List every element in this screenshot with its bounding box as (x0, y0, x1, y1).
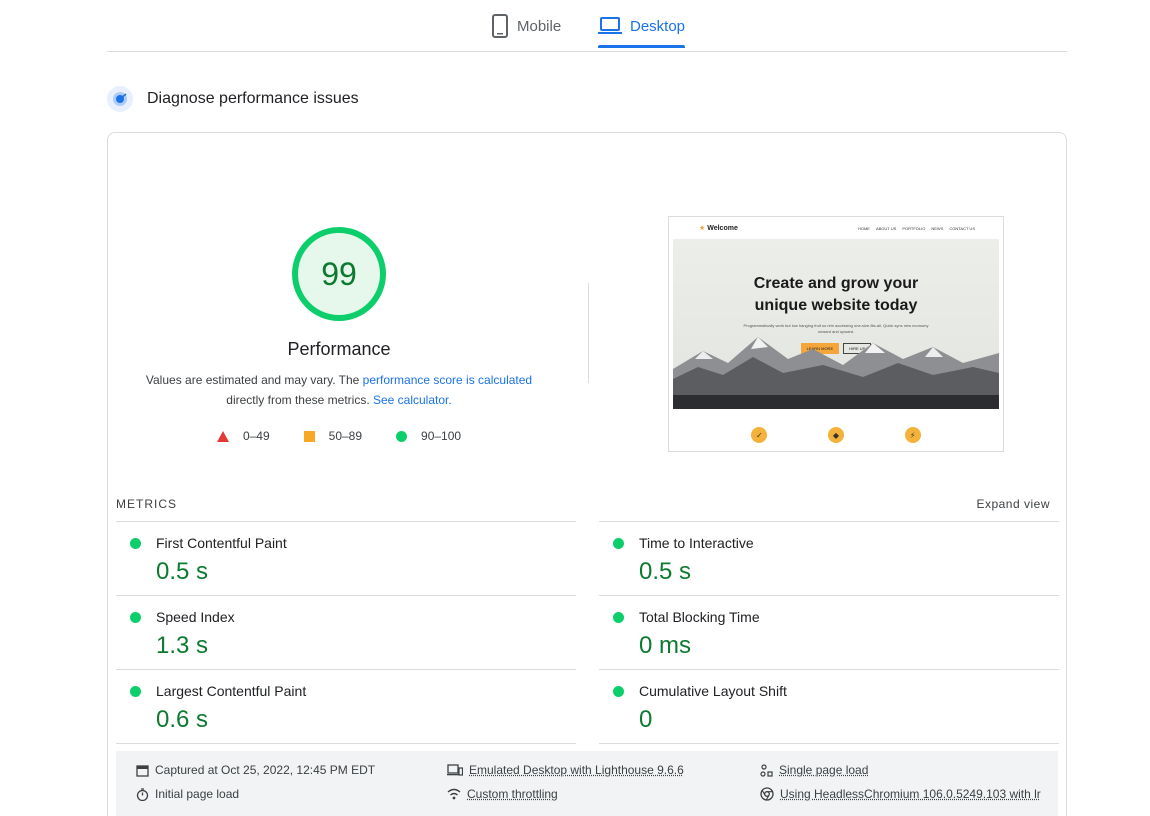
laptop-icon (598, 17, 622, 34)
metric-name: Largest Contentful Paint (156, 683, 307, 699)
legend-fail: 0–49 (216, 429, 270, 443)
metric-cls: Cumulative Layout Shift 0 (599, 669, 1059, 743)
diamond-icon: ◆ (827, 427, 844, 443)
legend-pass: 90–100 (396, 429, 461, 443)
metrics-divider (116, 743, 576, 744)
devices-icon (447, 764, 463, 776)
calendar-icon (136, 764, 149, 777)
wifi-icon (447, 788, 461, 800)
check-icon: ✓ (751, 427, 768, 443)
performance-gauge: 99 (290, 225, 388, 323)
report-card: 99 Performance Values are estimated and … (107, 132, 1067, 816)
preview-feature-icons: ✓ ◆ ⚡ (669, 427, 1003, 443)
performance-label: Performance (287, 339, 391, 359)
chrome-icon (760, 787, 774, 801)
performance-description: Values are estimated and may vary. The p… (138, 370, 540, 410)
metric-name: Speed Index (156, 609, 235, 625)
desc-prefix: Values are estimated and may vary. The (145, 373, 363, 387)
metric-lcp: Largest Contentful Paint 0.6 s (116, 669, 576, 743)
single-page-load[interactable]: Single page load (760, 763, 868, 777)
mountain-image (673, 337, 999, 409)
preview-nav: ★ Welcome HOME ABOUT US PORTFOLIO NEWS C… (669, 217, 1003, 239)
metric-value: 0 ms (639, 632, 692, 659)
pass-circle-icon (613, 612, 624, 623)
browser-version[interactable]: Using HeadlessChromium 106.0.5249.103 wi… (760, 787, 1041, 801)
metric-name: Time to Interactive (639, 535, 754, 551)
diagnose-title: Diagnose performance issues (147, 90, 359, 107)
final-screenshot[interactable]: ★ Welcome HOME ABOUT US PORTFOLIO NEWS C… (668, 216, 1004, 452)
metrics-heading: METRICS (116, 497, 177, 511)
diagnose-icon (107, 86, 133, 112)
metric-value: 0.5 s (639, 558, 692, 585)
metric-tti: Time to Interactive 0.5 s (599, 521, 1059, 595)
smartphone-icon (492, 14, 508, 38)
tab-desktop-label: Desktop (630, 17, 686, 35)
metric-value: 0.6 s (156, 706, 209, 733)
pass-circle-icon (130, 538, 141, 549)
circle-icon (396, 430, 408, 442)
throttling[interactable]: Custom throttling (447, 787, 558, 801)
metric-fcp: First Contentful Paint 0.5 s (116, 521, 576, 595)
desc-middle: directly from these metrics. (226, 393, 373, 407)
metric-tbt: Total Blocking Time 0 ms (599, 595, 1059, 669)
square-icon (303, 430, 315, 442)
tab-mobile[interactable]: Mobile (491, 0, 561, 52)
metric-name: Total Blocking Time (639, 609, 760, 625)
pass-circle-icon (613, 686, 624, 697)
expand-view-button[interactable]: Expand view (976, 497, 1050, 511)
metrics-divider (599, 743, 1059, 744)
metric-value: 0.5 s (156, 558, 209, 585)
bolt-icon: ⚡ (904, 427, 921, 443)
metric-name: First Contentful Paint (156, 535, 287, 551)
legend-fail-label: 0–49 (242, 429, 270, 443)
captured-at: Captured at Oct 25, 2022, 12:45 PM EDT (136, 763, 375, 777)
initial-page-load: Initial page load (136, 787, 239, 801)
score-calculated-link[interactable]: performance score is calculated (363, 373, 532, 387)
preview-hero: Create and grow your unique website today… (673, 239, 999, 409)
pass-circle-icon (130, 612, 141, 623)
preview-headline: Create and grow your unique website today (753, 275, 919, 314)
pass-circle-icon (130, 686, 141, 697)
triangle-icon (216, 430, 229, 442)
pass-circle-icon (613, 538, 624, 549)
emulated-device[interactable]: Emulated Desktop with Lighthouse 9.6.6 (447, 763, 684, 777)
preview-nav-links: HOME ABOUT US PORTFOLIO NEWS CONTACT US (857, 225, 975, 231)
score-legend: 0–49 50–89 90–100 (108, 429, 570, 443)
legend-average: 50–89 (303, 429, 363, 443)
legend-average-label: 50–89 (328, 429, 363, 443)
metric-speed-index: Speed Index 1.3 s (116, 595, 576, 669)
metric-value: 0 (639, 706, 653, 733)
performance-score: 99 (321, 255, 357, 292)
metric-name: Cumulative Layout Shift (639, 683, 787, 699)
vertical-divider (588, 283, 589, 383)
timer-icon (136, 787, 149, 801)
device-tabs: Mobile Desktop (107, 0, 1067, 52)
diagnose-header: Diagnose performance issues (107, 86, 359, 112)
preview-brand: ★ Welcome (699, 225, 738, 232)
legend-pass-label: 90–100 (421, 429, 462, 443)
see-calculator-link[interactable]: See calculator. (373, 393, 452, 407)
tab-mobile-label: Mobile (517, 17, 562, 35)
tab-desktop[interactable]: Desktop (598, 0, 686, 52)
runtime-settings: Captured at Oct 25, 2022, 12:45 PM EDT I… (116, 751, 1058, 816)
metric-value: 1.3 s (156, 632, 209, 659)
nodes-icon (760, 763, 773, 777)
